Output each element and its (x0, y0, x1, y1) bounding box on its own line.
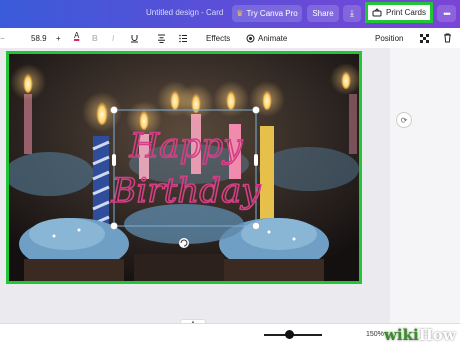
position-button[interactable]: Position (375, 32, 403, 44)
zoom-value[interactable]: 150% (366, 331, 384, 338)
document-title[interactable]: Untitled design - Card (146, 8, 223, 17)
bold-button[interactable]: B (92, 32, 98, 44)
decrease-font-button[interactable]: − (0, 32, 5, 44)
print-cards-label: Print Cards (385, 8, 426, 17)
refresh-icon[interactable]: ⟳ (396, 112, 412, 128)
font-size-input[interactable]: 58.9 (31, 32, 47, 44)
transparency-button[interactable] (420, 32, 429, 44)
more-options-button[interactable]: ••• (437, 5, 456, 22)
wikihow-watermark: wikiHow (384, 326, 456, 344)
crown-icon: ♛ (236, 9, 244, 18)
trash-icon (444, 33, 451, 43)
watermark-wiki: wiki (384, 326, 419, 344)
editor-toolbar: − 58.9 + A B I Effects Animate Position (0, 28, 460, 49)
happy-text[interactable]: Happy (128, 125, 244, 167)
effects-button[interactable]: Effects (206, 32, 230, 44)
share-button[interactable]: Share (307, 5, 339, 22)
checkerboard-icon (420, 33, 429, 43)
align-center-button[interactable] (157, 32, 166, 44)
underline-icon (131, 34, 138, 42)
text-color-letter: A (74, 31, 80, 40)
increase-font-button[interactable]: + (56, 32, 61, 44)
italic-button[interactable]: I (112, 32, 114, 44)
animate-label: Animate (258, 33, 288, 43)
right-panel (390, 48, 460, 323)
try-pro-label: Try Canva Pro (246, 9, 298, 18)
rotate-icon[interactable] (179, 238, 189, 248)
zoom-slider-thumb[interactable] (285, 330, 294, 339)
animate-icon (246, 34, 255, 42)
try-canva-pro-button[interactable]: ♛ Try Canva Pro (232, 5, 302, 22)
print-icon (372, 8, 382, 17)
watermark-how: How (418, 326, 456, 344)
list-icon (179, 34, 187, 42)
delete-button[interactable] (443, 32, 452, 44)
birthday-cupcakes-photo[interactable]: Happy Birthday (9, 54, 359, 281)
list-button[interactable] (179, 32, 188, 44)
underline-button[interactable] (130, 32, 139, 44)
top-bar: Untitled design - Card ♛ Try Canva Pro S… (0, 0, 460, 28)
animate-button[interactable]: Animate (246, 32, 287, 44)
text-color-button[interactable]: A (74, 32, 79, 44)
print-cards-button[interactable]: Print Cards (365, 2, 433, 23)
align-center-icon (158, 34, 165, 43)
download-button[interactable]: ⤓ (343, 5, 361, 22)
birthday-text[interactable]: Birthday (110, 170, 262, 212)
download-icon: ⤓ (350, 8, 354, 18)
